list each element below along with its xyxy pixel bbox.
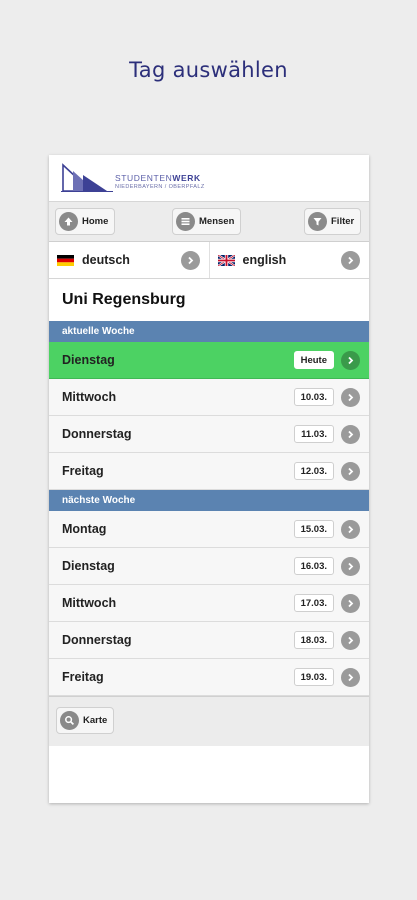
section-header-current-week: aktuelle Woche — [49, 321, 369, 342]
logo-line1-b: WERK — [172, 173, 201, 183]
date-badge: 10.03. — [293, 388, 334, 406]
logo-header: STUDENTENWERK NIEDERBAYERN / OBERPFALZ — [49, 155, 369, 202]
logo-subline: NIEDERBAYERN / OBERPFALZ — [115, 184, 205, 190]
day-row-next-1[interactable]: Dienstag 16.03. — [49, 548, 369, 585]
menu-list-icon — [176, 212, 195, 231]
chevron-right-icon — [341, 461, 360, 481]
day-row-next-3[interactable]: Donnerstag 18.03. — [49, 622, 369, 659]
day-name: Dienstag — [62, 353, 115, 367]
chevron-right-icon — [341, 667, 360, 687]
date-badge: 16.03. — [293, 557, 334, 575]
language-english[interactable]: english — [208, 242, 370, 278]
day-name: Mittwoch — [62, 390, 117, 404]
mensen-button[interactable]: Mensen — [172, 208, 242, 235]
karte-button-label: Karte — [83, 715, 108, 726]
day-name: Freitag — [62, 670, 104, 684]
screen-caption: Tag auswählen — [129, 58, 288, 82]
filter-button[interactable]: Filter — [304, 208, 362, 235]
day-row-current-2[interactable]: Donnerstag 11.03. — [49, 416, 369, 453]
day-name: Montag — [62, 522, 107, 536]
chevron-right-icon — [341, 593, 360, 613]
uk-flag-icon — [217, 254, 235, 266]
logo-line1-a: STUDENTEN — [115, 173, 173, 183]
day-name: Donnerstag — [62, 633, 132, 647]
date-badge: 11.03. — [294, 425, 334, 443]
day-name: Donnerstag — [62, 427, 132, 441]
logo-text: STUDENTENWERK NIEDERBAYERN / OBERPFALZ — [115, 173, 205, 190]
chevron-right-icon — [341, 250, 360, 270]
chevron-right-icon — [341, 519, 360, 539]
day-name: Dienstag — [62, 559, 115, 573]
day-row-current-1[interactable]: Mittwoch 10.03. — [49, 379, 369, 416]
language-row: deutsch english — [49, 242, 369, 279]
chevron-right-icon — [341, 350, 360, 370]
language-deutsch[interactable]: deutsch — [49, 242, 209, 278]
studentenwerk-logo-icon — [61, 163, 113, 192]
de-flag-icon — [57, 254, 74, 266]
language-label: deutsch — [82, 253, 130, 267]
date-badge: 17.03. — [293, 594, 334, 612]
karte-button[interactable]: Karte — [56, 707, 115, 734]
date-badge: 18.03. — [293, 631, 334, 649]
chevron-right-icon — [341, 424, 360, 444]
page-title: Uni Regensburg — [49, 279, 369, 321]
date-badge: 15.03. — [293, 520, 334, 538]
home-button-label: Home — [82, 216, 109, 227]
day-row-current-0[interactable]: Dienstag Heute — [49, 342, 369, 379]
filter-button-label: Filter — [331, 216, 355, 227]
date-badge: 12.03. — [293, 462, 334, 480]
day-name: Mittwoch — [62, 596, 117, 610]
day-row-next-0[interactable]: Montag 15.03. — [49, 511, 369, 548]
day-row-next-2[interactable]: Mittwoch 17.03. — [49, 585, 369, 622]
date-badge: Heute — [293, 351, 334, 369]
day-row-current-3[interactable]: Freitag 12.03. — [49, 453, 369, 490]
toolbar: Home Mensen Filter — [49, 202, 369, 242]
app-screen: STUDENTENWERK NIEDERBAYERN / OBERPFALZ H… — [49, 155, 369, 803]
filter-funnel-icon — [308, 212, 327, 231]
chevron-right-icon — [341, 556, 360, 576]
language-label: english — [242, 253, 287, 267]
date-badge: 19.03. — [293, 668, 334, 686]
chevron-right-icon — [341, 387, 360, 407]
chevron-right-icon — [341, 630, 360, 650]
section-header-next-week: nächste Woche — [49, 490, 369, 511]
chevron-right-icon — [180, 250, 200, 270]
home-arrow-up-icon — [59, 212, 78, 231]
mensen-button-label: Mensen — [199, 216, 235, 227]
day-row-next-4[interactable]: Freitag 19.03. — [49, 659, 369, 696]
footer-bar: Karte — [49, 696, 369, 746]
day-name: Freitag — [62, 464, 104, 478]
search-icon — [60, 711, 79, 730]
home-button[interactable]: Home — [55, 208, 116, 235]
